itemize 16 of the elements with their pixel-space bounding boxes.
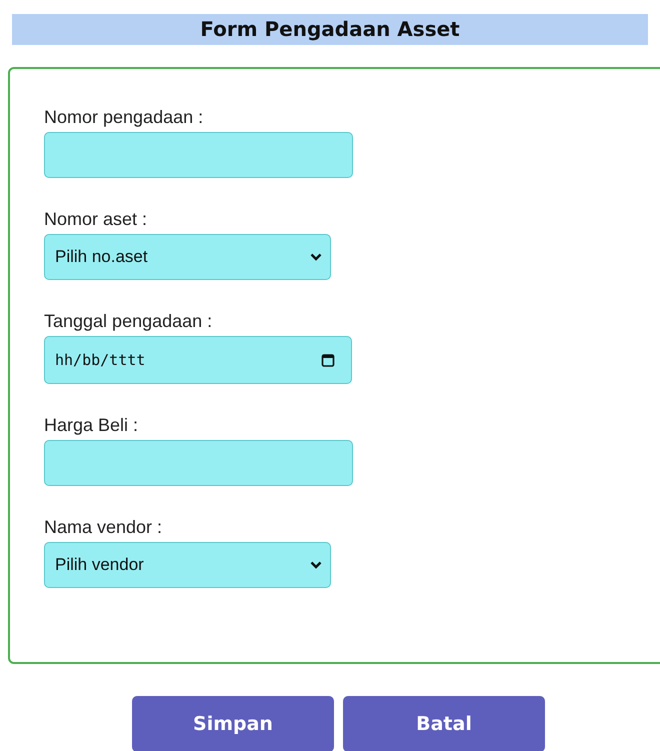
chevron-down-icon [310, 561, 322, 569]
field-label: Tanggal pengadaan : [44, 311, 212, 332]
form-title: Form Pengadaan Asset [12, 14, 648, 45]
dropdown[interactable]: Pilih vendor [44, 542, 331, 588]
dropdown[interactable]: Pilih no.aset [44, 234, 331, 280]
chevron-down-icon [310, 253, 322, 261]
date-field[interactable]: hh/bb/tttt [44, 336, 352, 384]
action-button[interactable]: Simpan [132, 696, 334, 751]
field-label: Nomor pengadaan : [44, 107, 204, 128]
action-button[interactable]: Batal [343, 696, 545, 751]
field-label: Nama vendor : [44, 517, 162, 538]
field-label: Harga Beli : [44, 415, 138, 436]
input-field[interactable] [44, 132, 353, 178]
field-label: Nomor aset : [44, 209, 148, 230]
calendar-icon [321, 353, 335, 367]
input-field[interactable] [44, 440, 353, 486]
